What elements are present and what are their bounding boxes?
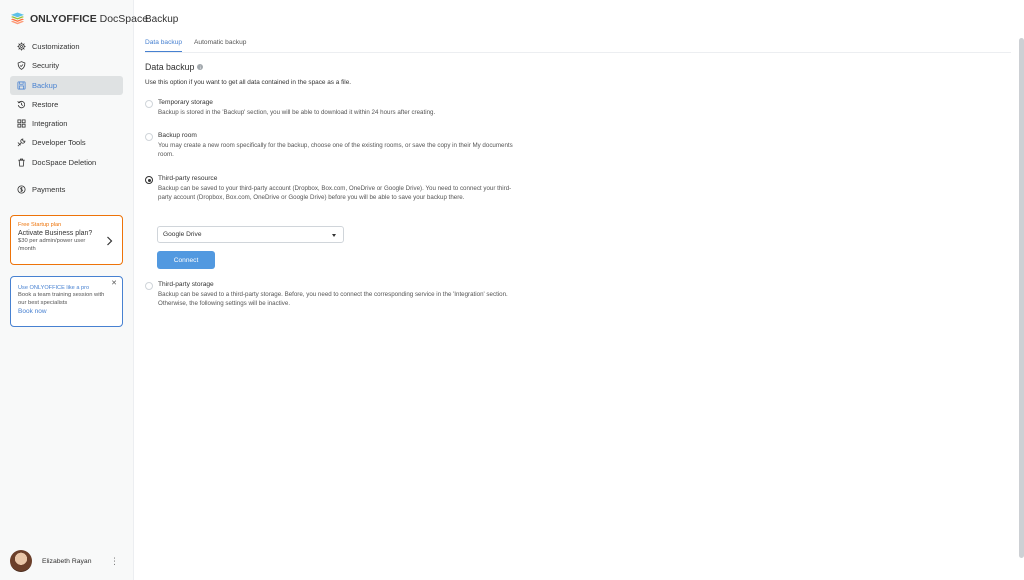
sidebar-item-label: Integration — [32, 119, 68, 129]
banner-title: Free Startup plan — [18, 222, 62, 228]
banner-body: $30 per admin/power user /month — [18, 238, 86, 252]
sidebar-item-integration[interactable]: Integration — [10, 114, 123, 133]
option-description: Backup can be saved to your third-party … — [158, 185, 512, 201]
brand-name: ONLYOFFICE DocSpace — [30, 13, 149, 25]
avatar[interactable] — [10, 550, 32, 572]
gear-icon — [17, 42, 26, 51]
sidebar-item-label: Developer Tools — [32, 138, 86, 148]
radio-third-party-storage[interactable] — [145, 282, 153, 290]
connect-button[interactable]: Connect — [157, 251, 215, 269]
business-plan-banner[interactable]: Free Startup plan Activate Business plan… — [10, 215, 123, 265]
training-banner: ✕ Use ONLYOFFICE like a pro Book a team … — [10, 276, 123, 327]
page-scrollbar[interactable] — [1019, 38, 1024, 558]
shield-icon — [17, 61, 26, 71]
sidebar-item-label: Backup — [32, 80, 58, 90]
banner-title: Use ONLYOFFICE like a pro — [18, 285, 90, 291]
option-label: Third-party resource — [158, 175, 218, 182]
sidebar-item-backup[interactable]: Backup — [10, 75, 123, 95]
option-description: Backup is stored in the 'Backup' section… — [158, 109, 436, 116]
option-label: Backup room — [158, 132, 197, 139]
book-now-link[interactable]: Book now — [18, 307, 115, 317]
more-options-icon[interactable]: ⋮ — [110, 556, 123, 567]
option-description: Backup can be saved to a third-party sto… — [158, 291, 508, 307]
sidebar-item-security[interactable]: Security — [10, 56, 123, 75]
page-title: Backup — [145, 14, 179, 25]
radio-temporary-storage[interactable] — [145, 100, 153, 108]
user-name: Elizabeth Rayan — [42, 557, 92, 565]
app-window: ONLYOFFICE DocSpace Customization Securi… — [0, 0, 1024, 580]
brand-logo[interactable]: ONLYOFFICE DocSpace — [10, 11, 148, 27]
sidebar-item-docspace-deletion[interactable]: DocSpace Deletion — [10, 153, 123, 172]
chevron-right-icon[interactable] — [106, 236, 113, 246]
sidebar-item-customization[interactable]: Customization — [10, 37, 123, 56]
wrench-icon — [17, 139, 26, 147]
restore-icon — [17, 100, 26, 109]
sidebar-item-label: Restore — [32, 99, 59, 109]
chevron-down-icon — [332, 234, 336, 237]
close-icon[interactable]: ✕ — [111, 279, 117, 287]
sidebar-item-label: Security — [32, 61, 60, 71]
docspace-logo-icon — [10, 11, 25, 24]
section-title-text: Data backup — [145, 62, 195, 72]
banner-body: Book a team training session with our be… — [18, 292, 105, 306]
user-profile[interactable]: Elizabeth Rayan ⋮ — [10, 548, 123, 574]
sidebar-item-restore[interactable]: Restore — [10, 95, 123, 114]
provider-select[interactable]: Google Drive — [157, 226, 344, 243]
tab-data-backup[interactable]: Data backup — [145, 39, 183, 52]
trash-icon — [18, 158, 25, 167]
radio-third-party-resource[interactable] — [145, 176, 153, 184]
sidebar: ONLYOFFICE DocSpace Customization Securi… — [0, 0, 148, 580]
radio-backup-room[interactable] — [145, 133, 153, 141]
section-description: Use this option if you want to get all d… — [145, 79, 352, 86]
option-label: Temporary storage — [158, 99, 213, 106]
banner-headline: Activate Business plan? — [18, 230, 93, 237]
sidebar-item-label: DocSpace Deletion — [32, 157, 97, 167]
option-description: You may create a new room specifically f… — [158, 142, 513, 158]
coin-icon — [17, 185, 26, 194]
floppy-icon — [17, 81, 26, 90]
sidebar-item-label: Payments — [32, 185, 66, 195]
tab-automatic-backup[interactable]: Automatic backup — [194, 39, 246, 52]
sidebar-item-developer-tools[interactable]: Developer Tools — [10, 133, 123, 152]
backup-tabs: Data backup Automatic backup — [145, 39, 1011, 53]
provider-select-value: Google Drive — [163, 231, 202, 238]
settings-nav: Customization Security Backup Restore In… — [10, 37, 123, 199]
sidebar-item-label: Customization — [32, 42, 80, 51]
sidebar-item-payments[interactable]: Payments — [10, 180, 123, 199]
grid-icon — [17, 119, 26, 128]
option-label: Third-party storage — [158, 281, 214, 288]
section-title: Data backup i — [145, 62, 204, 72]
info-icon[interactable]: i — [197, 64, 204, 70]
